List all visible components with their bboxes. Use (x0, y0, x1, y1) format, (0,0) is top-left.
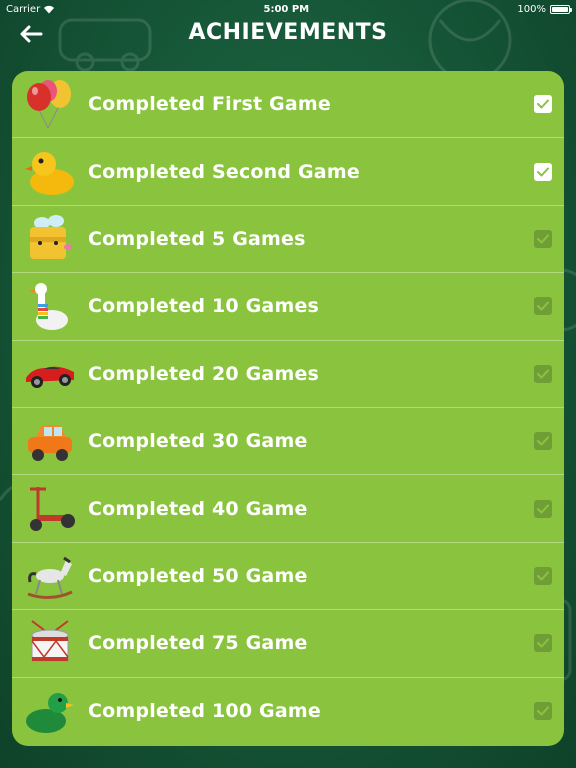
achievement-label: Completed 10 Games (88, 295, 320, 318)
checkmark-icon (537, 638, 549, 648)
checkmark-icon (537, 571, 549, 581)
goose-icon (24, 280, 76, 332)
battery-percent: 100% (517, 3, 546, 15)
achievement-label: Completed Second Game (88, 160, 360, 183)
unchecked-checkbox (534, 297, 552, 316)
green-duck-icon (24, 685, 76, 737)
achievements-list: Completed First Game Completed Second Gam… (12, 71, 564, 746)
achievement-row[interactable]: Completed 5 Games (12, 206, 564, 274)
checkmark-icon (537, 99, 549, 109)
unchecked-checkbox (534, 634, 552, 653)
checkmark-icon (537, 436, 549, 446)
checkmark-icon (537, 301, 549, 311)
checkmark-icon (537, 167, 549, 177)
unchecked-checkbox (534, 702, 552, 721)
achievement-row[interactable]: Completed 30 Game (12, 408, 564, 476)
checkmark-icon (537, 504, 549, 514)
achievement-label: Completed 5 Games (88, 227, 306, 250)
unchecked-checkbox (534, 364, 552, 383)
checked-checkbox (534, 162, 552, 181)
achievement-row[interactable]: Completed 20 Games (12, 341, 564, 408)
achievement-label: Completed First Game (88, 93, 331, 116)
battery-icon (550, 4, 572, 14)
achievement-row[interactable]: Completed 40 Game (12, 475, 564, 543)
achievement-label: Completed 75 Game (88, 632, 308, 655)
status-left: Carrier (6, 4, 55, 15)
unchecked-checkbox (534, 566, 552, 585)
drum-icon (24, 617, 76, 669)
checkmark-icon (537, 706, 549, 716)
checked-checkbox (534, 95, 552, 114)
status-bar: Carrier 5:00 PM 100% (0, 0, 576, 18)
achievement-row[interactable]: Completed 50 Game (12, 543, 564, 611)
achievement-label: Completed 100 Game (88, 700, 321, 723)
bee-cube-icon (24, 213, 76, 265)
nav-bar: ACHIEVEMENTS (0, 18, 576, 52)
achievement-row[interactable]: Completed 75 Game (12, 610, 564, 678)
page-title: ACHIEVEMENTS (188, 20, 388, 45)
rocking-horse-icon (24, 550, 76, 602)
achievement-row[interactable]: Completed 10 Games (12, 273, 564, 341)
status-right: 100% (517, 3, 572, 15)
unchecked-checkbox (534, 432, 552, 451)
battery-fill (552, 6, 568, 12)
unchecked-checkbox (534, 499, 552, 518)
unchecked-checkbox (534, 229, 552, 248)
achievement-label: Completed 40 Game (88, 497, 308, 520)
toy-car-icon (24, 415, 76, 467)
scooter-icon (24, 483, 76, 535)
checkmark-icon (537, 369, 549, 379)
balloons-icon (24, 78, 76, 130)
achievement-label: Completed 30 Game (88, 430, 308, 453)
rubber-duck-icon (24, 146, 76, 198)
achievement-row[interactable]: Completed First Game (12, 71, 564, 139)
achievement-label: Completed 20 Games (88, 362, 320, 385)
wifi-icon (44, 5, 55, 13)
carrier-label: Carrier (6, 3, 41, 15)
checkmark-icon (537, 234, 549, 244)
status-time: 5:00 PM (263, 3, 310, 15)
red-race-car-icon (24, 348, 76, 400)
achievement-row[interactable]: Completed 100 Game (12, 678, 564, 745)
achievement-label: Completed 50 Game (88, 564, 308, 587)
achievement-row[interactable]: Completed Second Game (12, 138, 564, 206)
